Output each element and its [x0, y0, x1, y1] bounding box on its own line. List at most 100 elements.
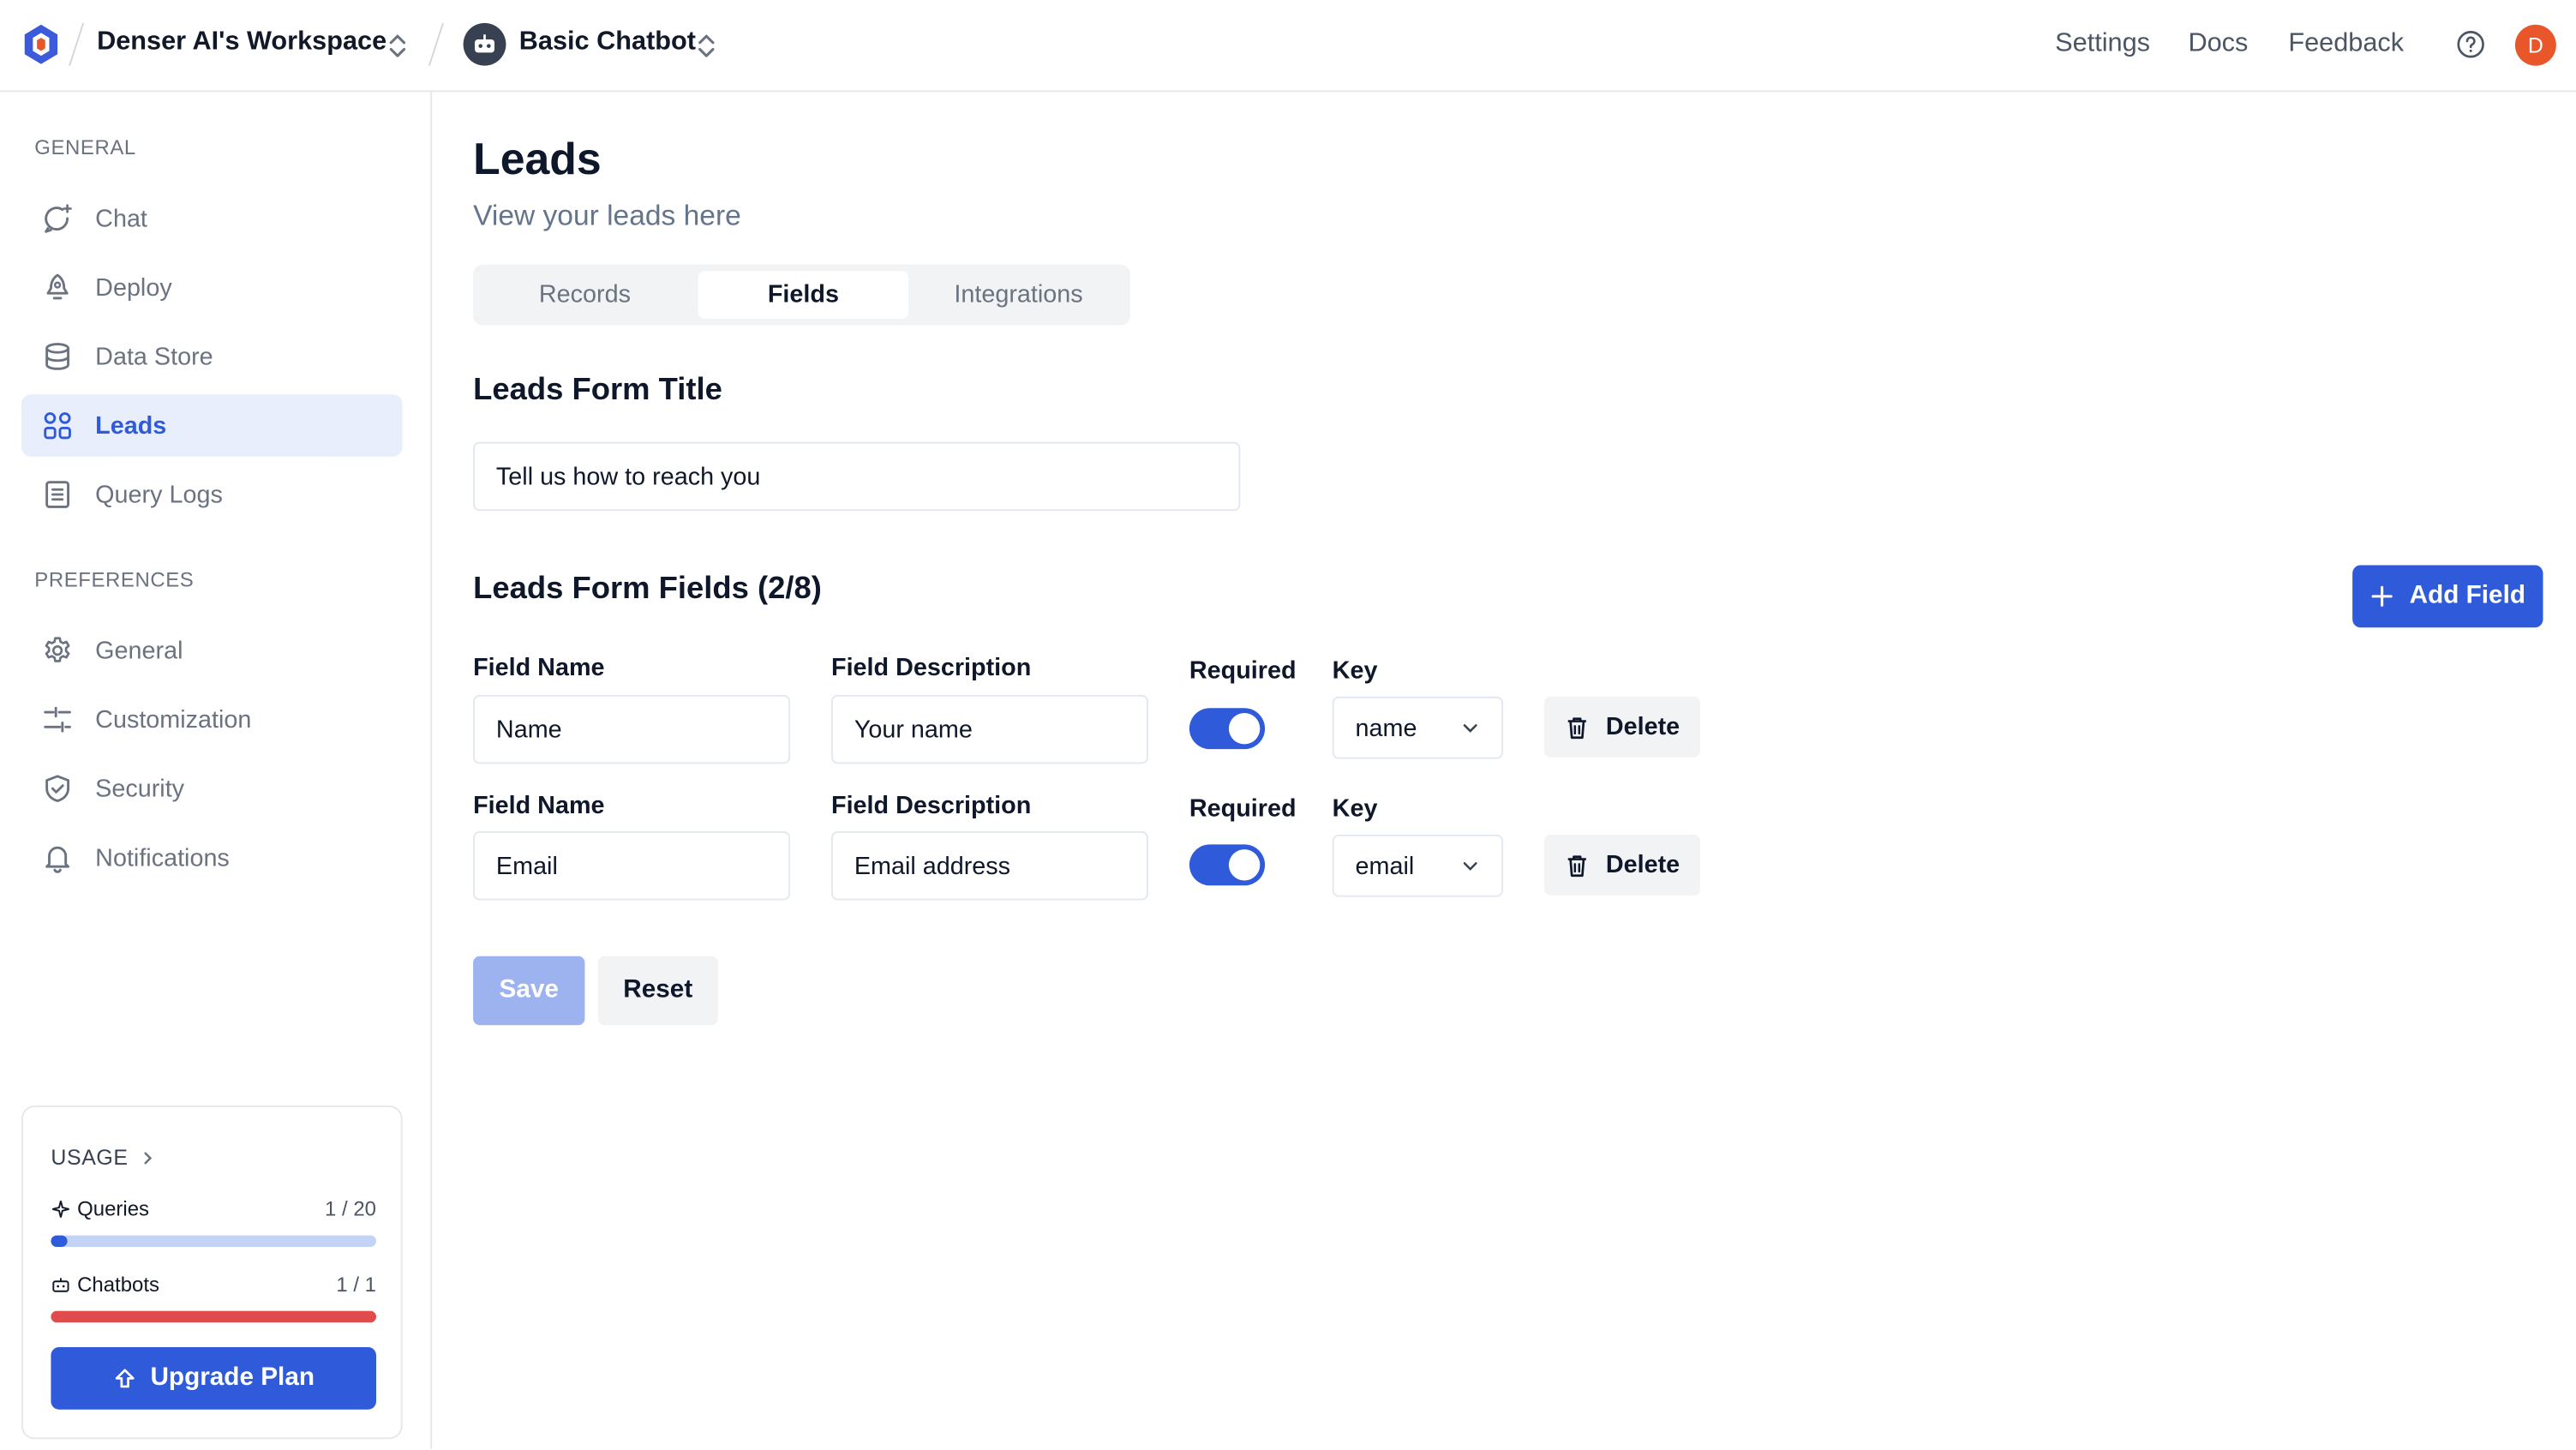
bot-avatar-icon — [463, 22, 506, 66]
usage-card: USAGE Queries 1 / 20 Chatbots 1 / 1 Upgr… — [21, 1105, 403, 1440]
settings-link[interactable]: Settings — [2055, 30, 2150, 60]
key-select[interactable]: name — [1332, 696, 1504, 759]
sidebar-item-customization[interactable]: Customization — [21, 688, 403, 751]
sidebar-item-label: Query Logs — [95, 480, 223, 509]
leads-icon — [44, 412, 71, 440]
required-label: Required — [1189, 794, 1297, 824]
section-label-preferences: PREFERENCES — [34, 568, 195, 592]
chat-icon — [45, 204, 72, 233]
required-toggle[interactable] — [1189, 844, 1266, 886]
key-label: Key — [1332, 794, 1378, 824]
key-select-value: email — [1355, 851, 1415, 880]
leads-form-fields-heading: Leads Form Fields (2/8) — [473, 572, 822, 607]
sidebar-item-label: Customization — [95, 705, 252, 734]
sidebar-item-label: General — [95, 636, 183, 665]
required-label: Required — [1189, 656, 1297, 686]
sidebar-item-general[interactable]: General — [21, 620, 403, 682]
feedback-link[interactable]: Feedback — [2288, 30, 2404, 60]
divider — [69, 22, 85, 66]
page-title: Leads — [473, 135, 602, 184]
bell-icon — [45, 846, 69, 873]
arrow-up-icon — [114, 1369, 134, 1388]
field-description-input[interactable]: Your name — [831, 694, 1148, 764]
sidebar-item-label: Notifications — [95, 843, 230, 872]
add-field-label: Add Field — [2409, 581, 2525, 610]
delete-label: Delete — [1605, 851, 1680, 879]
trash-icon — [1568, 716, 1587, 739]
usage-title[interactable]: USAGE — [51, 1145, 158, 1170]
upgrade-plan-button[interactable]: Upgrade Plan — [51, 1346, 376, 1410]
delete-label: Delete — [1605, 712, 1680, 741]
top-bar: Denser AI's Workspace Basic Chatbot Sett… — [0, 0, 2576, 93]
field-name-label: Field Name — [473, 791, 605, 820]
sidebar-item-leads[interactable]: Leads — [21, 394, 403, 457]
usage-count: 1 / 1 — [336, 1273, 376, 1297]
usage-label: Queries — [77, 1197, 150, 1221]
user-avatar[interactable]: D — [2514, 24, 2556, 66]
key-select-value: name — [1355, 713, 1417, 742]
usage-label: Chatbots — [77, 1273, 160, 1297]
chevron-updown-icon[interactable] — [695, 31, 718, 61]
tab-list: Records Fields Integrations — [473, 264, 1130, 326]
sidebar-item-notifications[interactable]: Notifications — [21, 826, 403, 889]
usage-row-chatbots: Chatbots 1 / 1 — [51, 1273, 376, 1297]
chevron-down-icon — [1463, 724, 1477, 733]
key-label: Key — [1332, 656, 1378, 686]
field-name-input[interactable]: Name — [473, 694, 791, 764]
chatbots-progress-fill — [51, 1310, 376, 1323]
workspace-name[interactable]: Denser AI's Workspace — [97, 28, 386, 58]
tab-integrations[interactable]: Integrations — [914, 271, 1123, 319]
sidebar-item-deploy[interactable]: Deploy — [21, 256, 403, 319]
help-circle-icon[interactable] — [2454, 28, 2487, 61]
field-description-input[interactable]: Email address — [831, 831, 1148, 901]
logs-icon — [45, 481, 69, 508]
form-title-input[interactable]: Tell us how to reach you — [473, 441, 1241, 512]
shield-icon — [45, 775, 69, 802]
toggle-knob — [1228, 849, 1261, 881]
usage-row-queries: Queries 1 / 20 — [51, 1197, 376, 1220]
field-name-input[interactable]: Email — [473, 831, 791, 901]
docs-link[interactable]: Docs — [2188, 30, 2248, 60]
chatbots-progress-bar — [51, 1310, 376, 1323]
rocket-icon — [46, 273, 69, 300]
reset-button[interactable]: Reset — [597, 956, 718, 1026]
chevron-right-icon — [144, 1151, 153, 1164]
upgrade-plan-label: Upgrade Plan — [150, 1363, 315, 1392]
delete-field-button[interactable]: Delete — [1543, 834, 1701, 896]
sidebar: GENERAL Chat Deploy Data Store Leads Que… — [0, 92, 433, 1449]
chatbot-name[interactable]: Basic Chatbot — [519, 28, 696, 58]
add-field-button[interactable]: Add Field — [2352, 565, 2543, 628]
gear-icon — [45, 637, 70, 662]
field-description-label: Field Description — [831, 791, 1032, 820]
delete-field-button[interactable]: Delete — [1543, 696, 1701, 758]
section-label-general: GENERAL — [34, 136, 136, 159]
sidebar-item-label: Chat — [95, 204, 147, 233]
database-icon — [45, 343, 69, 370]
chevron-updown-icon[interactable] — [386, 31, 409, 61]
tab-fields[interactable]: Fields — [698, 271, 909, 319]
tab-records[interactable]: Records — [480, 271, 690, 319]
divider — [428, 22, 445, 66]
plus-icon — [2370, 585, 2393, 607]
sidebar-item-label: Leads — [95, 411, 167, 440]
sidebar-item-label: Deploy — [95, 273, 172, 302]
sidebar-item-data-store[interactable]: Data Store — [21, 326, 403, 388]
queries-progress-bar — [51, 1235, 376, 1248]
sidebar-item-chat[interactable]: Chat — [21, 188, 403, 250]
key-select[interactable]: email — [1332, 834, 1504, 897]
page-subtitle: View your leads here — [473, 198, 741, 232]
sparkle-icon — [52, 1201, 69, 1218]
usage-title-text: USAGE — [51, 1145, 129, 1170]
sidebar-item-query-logs[interactable]: Query Logs — [21, 464, 403, 526]
required-toggle[interactable] — [1189, 708, 1266, 750]
save-button[interactable]: Save — [473, 956, 585, 1026]
sidebar-item-label: Security — [95, 774, 185, 803]
sidebar-item-security[interactable]: Security — [21, 758, 403, 820]
denser-logo-icon[interactable] — [20, 23, 63, 66]
field-description-label: Field Description — [831, 653, 1032, 682]
chevron-down-icon — [1463, 862, 1477, 871]
sidebar-item-label: Data Store — [95, 342, 213, 371]
leads-form-title-heading: Leads Form Title — [473, 373, 722, 408]
trash-icon — [1568, 854, 1587, 877]
queries-progress-fill — [51, 1235, 68, 1248]
